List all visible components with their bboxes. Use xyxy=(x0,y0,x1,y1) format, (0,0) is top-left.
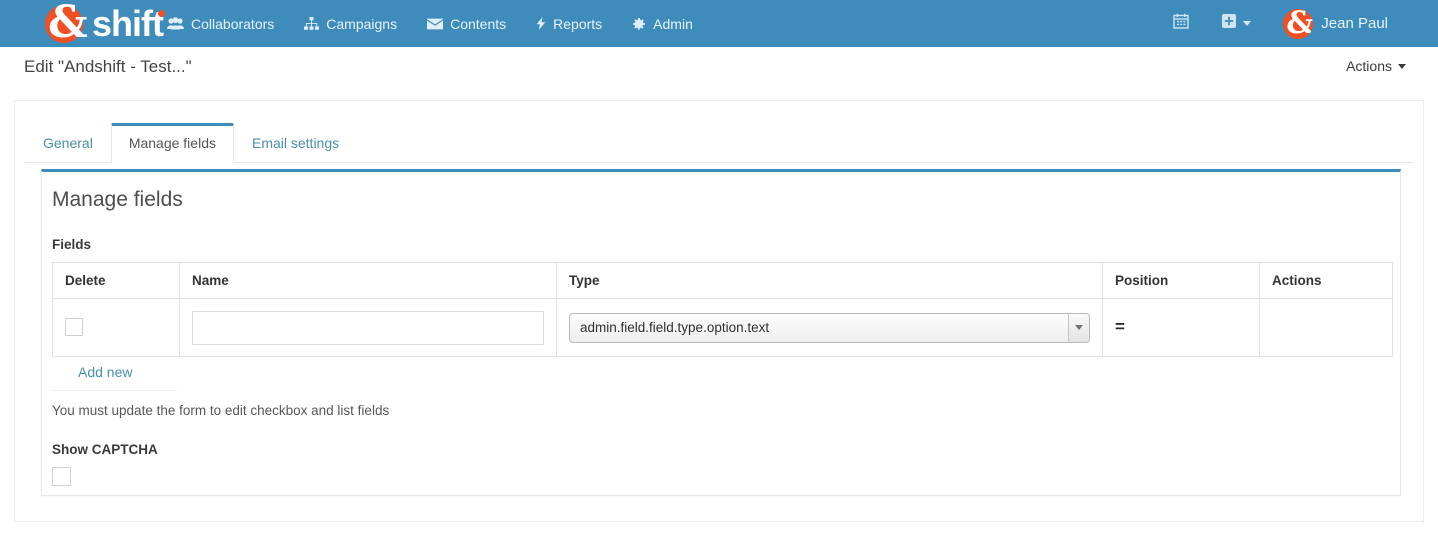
nav-label-reports: Reports xyxy=(553,15,603,32)
nav-item-admin[interactable]: Admin xyxy=(617,0,708,47)
manage-fields-panel: Manage fields Fields Delete Name Type Po… xyxy=(41,169,1401,496)
fields-table: Delete Name Type Position Actions admin.… xyxy=(52,262,1393,357)
cell-actions xyxy=(1259,298,1393,357)
field-type-select[interactable]: admin.field.field.type.option.text xyxy=(569,312,1090,343)
user-name: Jean Paul xyxy=(1321,15,1388,32)
navbar-right: & Jean Paul xyxy=(1157,0,1438,47)
cell-type: admin.field.field.type.option.text xyxy=(556,298,1103,357)
actions-label: Actions xyxy=(1346,58,1392,74)
top-navbar: & shift Collaborators Campaigns Contents… xyxy=(0,0,1438,47)
fields-table-head: Delete Name Type Position Actions xyxy=(52,262,1393,299)
user-menu[interactable]: & Jean Paul xyxy=(1267,0,1398,47)
fields-table-body: admin.field.field.type.option.text = xyxy=(52,298,1393,357)
cell-position: = xyxy=(1102,298,1260,357)
nav-item-contents[interactable]: Contents xyxy=(412,0,521,47)
nav-item-collaborators[interactable]: Collaborators xyxy=(152,0,289,47)
nav-item-campaigns[interactable]: Campaigns xyxy=(289,0,412,47)
users-icon xyxy=(167,17,184,30)
add-new-link[interactable]: Add new xyxy=(78,364,132,380)
add-menu-button[interactable] xyxy=(1205,0,1267,47)
tab-bar: General Manage fields Email settings xyxy=(25,123,1413,163)
cell-name xyxy=(179,298,557,357)
table-row: admin.field.field.type.option.text = xyxy=(52,298,1393,357)
page-title: Edit "Andshift - Test..." xyxy=(24,57,192,76)
fields-label: Fields xyxy=(52,237,92,252)
envelope-icon xyxy=(427,18,444,30)
page-header: Edit "Andshift - Test..." Actions xyxy=(0,47,1438,92)
column-header-name: Name xyxy=(179,262,557,299)
content-container: General Manage fields Email settings Man… xyxy=(14,100,1424,522)
nav-label-campaigns: Campaigns xyxy=(326,15,398,32)
calendar-icon xyxy=(1173,13,1189,34)
fields-hint-text: You must update the form to edit checkbo… xyxy=(52,403,390,418)
brand-logo[interactable]: & shift xyxy=(45,0,165,48)
panel-title: Manage fields xyxy=(52,188,183,211)
field-name-input[interactable] xyxy=(192,310,544,345)
gear-icon xyxy=(632,17,646,31)
sitemap-icon xyxy=(304,17,320,30)
cell-delete xyxy=(52,298,180,357)
column-header-position: Position xyxy=(1102,262,1260,299)
chevron-down-icon[interactable] xyxy=(1068,313,1089,342)
show-captcha-checkbox[interactable] xyxy=(52,467,71,486)
drag-handle-icon[interactable]: = xyxy=(1115,318,1125,335)
field-type-selected-value: admin.field.field.type.option.text xyxy=(580,319,770,335)
tab-email-settings[interactable]: Email settings xyxy=(234,123,357,163)
tab-manage-fields[interactable]: Manage fields xyxy=(110,123,234,163)
tab-general[interactable]: General xyxy=(25,123,111,163)
nav-label-collaborators: Collaborators xyxy=(191,15,275,32)
chevron-down-icon xyxy=(1243,21,1252,26)
brand-dot-icon xyxy=(158,10,165,17)
nav-item-reports[interactable]: Reports xyxy=(521,0,617,47)
brand-ampersand: & xyxy=(48,0,88,48)
delete-row-checkbox[interactable] xyxy=(65,318,83,337)
chevron-down-icon xyxy=(1398,63,1406,69)
avatar-glyph: & xyxy=(1286,8,1314,39)
bolt-icon xyxy=(536,17,546,30)
column-header-type: Type xyxy=(556,262,1103,299)
avatar: & xyxy=(1283,8,1314,39)
calendar-button[interactable] xyxy=(1157,0,1205,47)
brand-wordmark: shift xyxy=(92,3,164,44)
primary-nav: Collaborators Campaigns Contents Reports… xyxy=(152,0,708,47)
plus-square-icon xyxy=(1221,13,1237,34)
actions-dropdown-button[interactable]: Actions xyxy=(1346,58,1406,74)
column-header-actions: Actions xyxy=(1259,262,1393,299)
table-header-row: Delete Name Type Position Actions xyxy=(52,262,1393,299)
nav-label-contents: Contents xyxy=(450,15,507,32)
column-header-delete: Delete xyxy=(52,262,180,299)
nav-label-admin: Admin xyxy=(653,15,693,32)
captcha-label: Show CAPTCHA xyxy=(52,442,158,457)
add-new-row: Add new xyxy=(52,357,177,391)
